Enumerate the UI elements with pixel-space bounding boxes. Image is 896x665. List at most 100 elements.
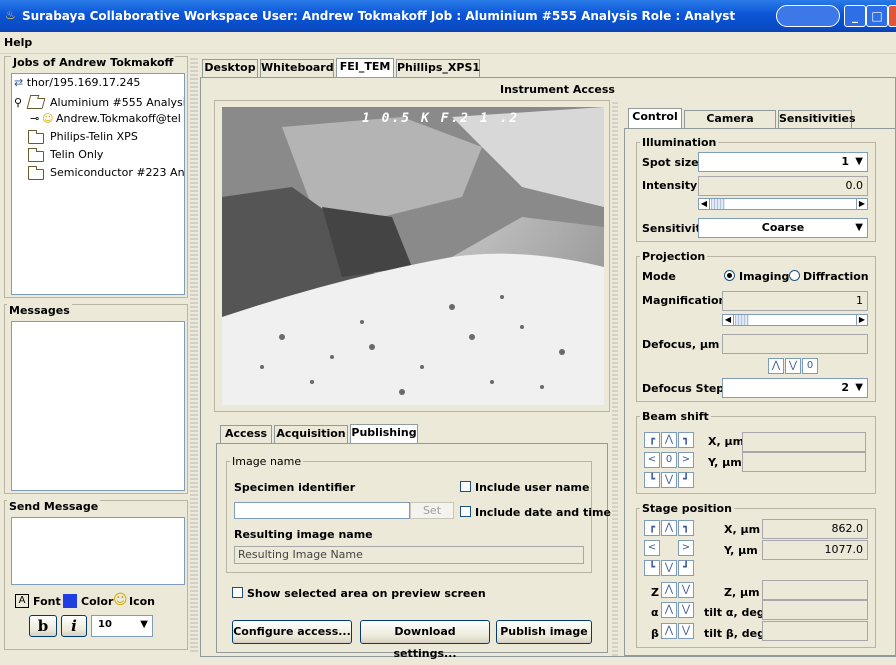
tab-phillips-xps1[interactable]: Phillips_XPS1 (396, 59, 480, 77)
tab-access[interactable]: Access (220, 425, 272, 443)
tab-fei-tem[interactable]: FEI_TEM (336, 58, 394, 78)
sensitivity-select[interactable]: Coarse ▼ (698, 218, 868, 238)
tree-item-philips[interactable]: Philips-Telin XPS (50, 130, 138, 144)
arrow-up-left-icon[interactable]: ┏ (644, 520, 660, 536)
arrow-down-right-icon[interactable]: ┛ (678, 560, 694, 576)
maximize-button[interactable]: □ (866, 5, 888, 27)
arrow-right-icon[interactable]: > (678, 452, 694, 468)
tree-item-user[interactable]: Andrew.Tokmakoff@tel (56, 112, 181, 126)
menu-bar: Help (0, 32, 896, 54)
beta-up-icon[interactable]: ⋀ (661, 623, 677, 639)
magnification-slider[interactable]: ◀ ▶ (722, 314, 868, 326)
imaging-label[interactable]: Imaging (739, 270, 789, 283)
illumination-title: Illumination (640, 136, 719, 149)
arrow-down-icon[interactable]: ⋁ (661, 472, 677, 488)
tray-indicator (776, 5, 840, 27)
publish-image-button[interactable]: Publish image (496, 620, 592, 644)
italic-button[interactable]: i (61, 615, 87, 637)
slider-left-icon[interactable]: ◀ (723, 315, 734, 325)
alpha-label: α (651, 606, 659, 619)
tab-sensitivities[interactable]: Sensitivities (778, 110, 856, 128)
arrow-down-left-icon[interactable]: ┗ (644, 560, 660, 576)
messages-panel: Messages (4, 304, 188, 494)
font-button[interactable]: Font (33, 595, 61, 608)
z-down-icon[interactable]: ⋁ (678, 582, 694, 598)
alpha-down-icon[interactable]: ⋁ (678, 602, 694, 618)
instrument-title: Instrument Access (500, 83, 615, 96)
arrow-up-right-icon[interactable]: ┓ (678, 520, 694, 536)
spot-size-label: Spot size (642, 156, 699, 169)
tab-whiteboard[interactable]: Whiteboard (260, 59, 334, 77)
arrow-down-right-icon[interactable]: ┛ (678, 472, 694, 488)
arrow-down-left-icon[interactable]: ┗ (644, 472, 660, 488)
center-icon[interactable]: 0 (661, 452, 677, 468)
tab-control[interactable]: Control (628, 108, 682, 128)
slider-thumb[interactable] (711, 199, 725, 209)
tree-item-aluminium-label[interactable]: Aluminium #555 Analysis (50, 96, 184, 110)
microscope-image[interactable]: 1 0.5 K F.2 1 .2 (222, 107, 604, 405)
defocus-step-select[interactable]: 2 ▼ (722, 378, 868, 398)
include-user-label[interactable]: Include user name (475, 481, 589, 494)
arrow-up-left-icon[interactable]: ┏ (644, 432, 660, 448)
arrow-up-icon[interactable]: ⋀ (661, 520, 677, 536)
chevron-down-icon: ▼ (140, 619, 148, 630)
diffraction-label[interactable]: Diffraction (803, 270, 869, 283)
spot-size-select[interactable]: 1 ▼ (698, 152, 868, 172)
download-settings-button[interactable]: Download settings... (360, 620, 490, 660)
defocus-up-icon[interactable]: ⋀ (768, 358, 784, 374)
font-icon[interactable]: A (15, 594, 29, 608)
slider-left-icon[interactable]: ◀ (699, 199, 710, 209)
show-area-label[interactable]: Show selected area on preview screen (247, 587, 486, 600)
imaging-radio[interactable] (724, 270, 735, 281)
alpha-up-icon[interactable]: ⋀ (661, 602, 677, 618)
projection-title: Projection (640, 250, 708, 263)
jobs-tree[interactable]: ⇄ thor/195.169.17.245 ⚲ Aluminium #555 A… (11, 73, 185, 295)
arrow-left-icon[interactable]: < (644, 452, 660, 468)
set-button[interactable]: Set (410, 502, 454, 519)
diffraction-radio[interactable] (789, 270, 800, 281)
specimen-input[interactable] (234, 502, 410, 519)
tree-item-telin[interactable]: Telin Only (50, 148, 103, 162)
font-size-select[interactable]: 10 ▼ (91, 615, 153, 637)
slider-thumb[interactable] (735, 315, 749, 325)
include-user-checkbox[interactable] (460, 481, 471, 492)
arrow-up-right-icon[interactable]: ┓ (678, 432, 694, 448)
include-date-label[interactable]: Include date and time (475, 506, 611, 519)
intensity-slider[interactable]: ◀ ▶ (698, 198, 868, 210)
color-swatch-icon[interactable] (63, 594, 77, 608)
server-node[interactable]: ⇄ thor/195.169.17.245 (14, 76, 140, 90)
slider-right-icon[interactable]: ▶ (856, 199, 867, 209)
z-up-icon[interactable]: ⋀ (661, 582, 677, 598)
menu-help[interactable]: Help (4, 36, 32, 49)
arrow-left-icon[interactable]: < (644, 540, 660, 556)
resulting-name-field: Resulting Image Name (234, 546, 584, 564)
minimize-button[interactable]: _ (844, 5, 866, 27)
icon-button[interactable]: Icon (129, 595, 155, 608)
arrow-down-icon[interactable]: ⋁ (661, 560, 677, 576)
tree-item-semiconductor[interactable]: Semiconductor #223 Anal (50, 166, 184, 180)
tab-acquisition[interactable]: Acquisition (274, 425, 348, 443)
close-button[interactable] (888, 5, 896, 27)
jobs-title: Jobs of Andrew Tokmakoff (11, 56, 176, 69)
tab-camera-control[interactable]: Camera control (684, 110, 776, 141)
splitter[interactable] (190, 56, 198, 652)
beta-down-icon[interactable]: ⋁ (678, 623, 694, 639)
arrow-right-icon[interactable]: > (678, 540, 694, 556)
include-date-checkbox[interactable] (460, 506, 471, 517)
arrow-up-icon[interactable]: ⋀ (661, 432, 677, 448)
smiley-icon[interactable]: ☺ (113, 592, 128, 608)
splitter[interactable] (612, 100, 618, 656)
messages-area[interactable] (11, 321, 185, 491)
defocus-down-icon[interactable]: ⋁ (785, 358, 801, 374)
tree-item-aluminium[interactable]: ⚲ (14, 96, 22, 110)
message-input[interactable] (11, 517, 185, 585)
show-area-checkbox[interactable] (232, 587, 243, 598)
color-button[interactable]: Color (81, 595, 113, 608)
slider-right-icon[interactable]: ▶ (856, 315, 867, 325)
tab-desktop[interactable]: Desktop (202, 59, 258, 77)
z-um-label: Z, µm (724, 586, 760, 599)
bold-button[interactable]: b (29, 615, 57, 637)
defocus-reset-icon[interactable]: 0 (802, 358, 818, 374)
configure-access-button[interactable]: Configure access... (232, 620, 352, 644)
tab-publishing[interactable]: Publishing (350, 424, 418, 444)
